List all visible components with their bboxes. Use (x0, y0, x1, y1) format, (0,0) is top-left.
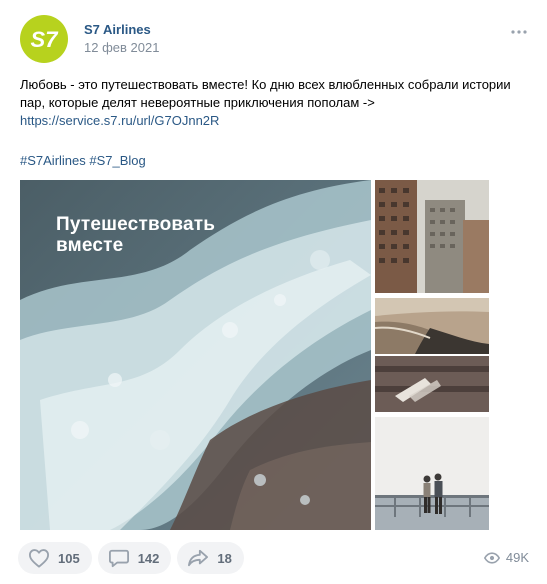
shares-count: 18 (217, 550, 232, 566)
hashtag-s7-blog[interactable]: #S7_Blog (89, 153, 145, 168)
post-link[interactable]: https://service.s7.ru/url/G7OJnn2R (20, 113, 219, 128)
post-card: S7 S7 Airlines 12 фев 2021 Любовь - это … (0, 0, 547, 584)
share-icon (188, 549, 209, 567)
coast-image (375, 298, 489, 354)
author-name[interactable]: S7 Airlines (84, 22, 151, 37)
heart-icon (28, 549, 49, 568)
photo-thumb-coast[interactable] (375, 298, 489, 354)
railing-image (375, 356, 489, 412)
more-dots-icon (511, 30, 527, 34)
share-button[interactable]: 18 (177, 542, 244, 574)
svg-text:S7: S7 (31, 27, 60, 52)
couple-image (375, 417, 489, 530)
buildings-image (375, 180, 489, 293)
post-date[interactable]: 12 фев 2021 (84, 40, 159, 55)
eye-icon (483, 551, 500, 564)
avatar[interactable]: S7 (20, 15, 68, 63)
photo-caption-line: вместе (56, 235, 124, 256)
post-text-line: Любовь - это путешествовать вместе! Ко д… (20, 77, 511, 92)
views-count: 49K (505, 550, 529, 565)
likes-count: 105 (58, 550, 80, 566)
views-counter: 49K (483, 550, 529, 565)
comment-button[interactable]: 142 (97, 542, 172, 574)
photo-caption-line: Путешествовать (56, 214, 216, 235)
like-button[interactable]: 105 (18, 542, 92, 574)
s7-logo: S7 (31, 27, 60, 52)
photo-caption: Путешествовать вместе (56, 214, 215, 256)
more-options-button[interactable] (509, 22, 529, 42)
photo-thumb-couple[interactable] (375, 417, 489, 530)
main-photo-waves[interactable]: Путешествовать вместе (20, 180, 371, 530)
post-actions: 105 142 18 (18, 542, 244, 574)
photo-thumb-railing[interactable] (375, 356, 489, 412)
comment-icon (108, 549, 129, 568)
hashtag-s7airlines[interactable]: #S7Airlines (20, 153, 86, 168)
post-text-line: пар, которые делят невероятные приключен… (20, 95, 375, 110)
photo-thumb-buildings[interactable] (375, 180, 489, 293)
comments-count: 142 (137, 550, 160, 566)
hashtags: #S7Airlines #S7_Blog (20, 152, 146, 170)
post-text: Любовь - это путешествовать вместе! Ко д… (20, 76, 530, 130)
